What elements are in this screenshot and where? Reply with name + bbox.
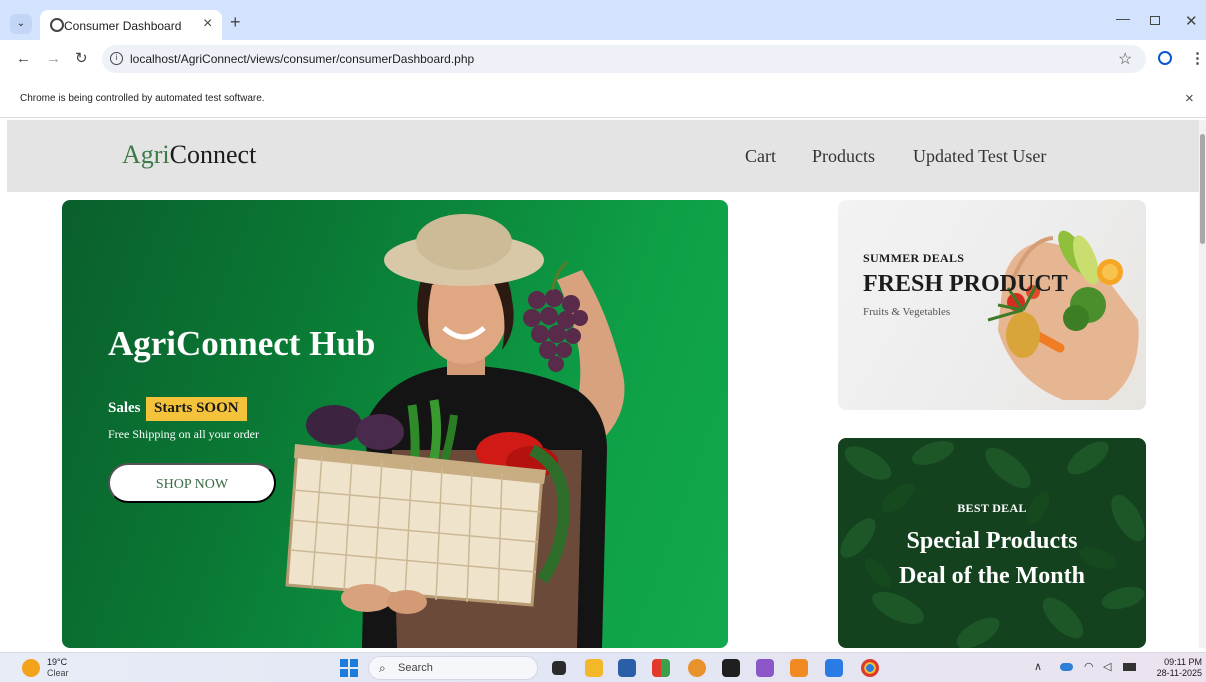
shop-now-button[interactable]: SHOP NOW xyxy=(108,463,276,503)
battery-icon[interactable] xyxy=(1123,663,1136,671)
app-grid-icon[interactable] xyxy=(652,659,670,677)
summer-deals-title: FRESH PRODUCT xyxy=(863,271,1068,297)
infobar-close-icon[interactable]: × xyxy=(1185,90,1194,107)
tab-title: Consumer Dashboard xyxy=(64,19,182,33)
browser-toolbar: ← → ↻ i localhost/AgriConnect/views/cons… xyxy=(0,40,1206,78)
summer-deals-subtitle: Fruits & Vegetables xyxy=(863,306,951,318)
site-logo[interactable]: AgriConnect xyxy=(122,140,256,170)
volume-icon[interactable]: ◁ xyxy=(1103,660,1111,673)
weather-condition[interactable]: Clear xyxy=(47,668,69,678)
clock-date[interactable]: 28-11-2025 xyxy=(1146,668,1202,678)
address-bar[interactable]: i localhost/AgriConnect/views/consumer/c… xyxy=(102,45,1146,73)
page-scrollbar[interactable] xyxy=(1199,120,1206,648)
weather-temperature[interactable]: 19°C xyxy=(47,657,67,667)
tray-overflow-chevron-icon[interactable]: ∧ xyxy=(1034,660,1042,673)
best-deal-title-line2: Deal of the Month xyxy=(899,563,1085,589)
chrome-icon[interactable] xyxy=(861,659,879,677)
clock-time[interactable]: 09:11 PM xyxy=(1152,657,1202,667)
site-info-icon[interactable]: i xyxy=(110,52,123,65)
nav-cart-link[interactable]: Cart xyxy=(745,146,776,167)
globe-icon xyxy=(50,18,64,32)
windows-start-icon[interactable] xyxy=(340,659,358,677)
bookmark-star-icon[interactable]: ☆ xyxy=(1118,49,1132,69)
hero-banner: AgriConnect Hub Sales Starts SOON Free S… xyxy=(62,200,728,648)
sales-badge: Starts SOON xyxy=(146,397,247,421)
search-icon: ⌕ xyxy=(379,661,386,675)
store-icon[interactable] xyxy=(618,659,636,677)
summer-deals-card[interactable]: SUMMER DEALS FRESH PRODUCT Fruits & Vege… xyxy=(838,200,1146,410)
best-deal-title-line1: Special Products xyxy=(906,528,1078,554)
free-shipping-text: Free Shipping on all your order xyxy=(108,427,259,441)
nav-user-link[interactable]: Updated Test User xyxy=(913,146,1046,167)
logo-agri-text: Agri xyxy=(122,140,170,169)
url-text[interactable]: localhost/AgriConnect/views/consumer/con… xyxy=(130,52,474,66)
produce-bag-image xyxy=(987,230,1139,400)
profile-icon[interactable] xyxy=(1158,51,1172,65)
sales-label: Sales xyxy=(108,400,141,416)
logo-connect-text: Connect xyxy=(169,140,257,169)
file-explorer-icon[interactable] xyxy=(585,659,603,677)
reload-icon[interactable]: ↻ xyxy=(75,49,88,67)
task-view-icon[interactable] xyxy=(552,661,566,675)
windows-taskbar: 19°C Clear ⌕ Search ∧ ◠ ◁ 09:11 PM 28-11… xyxy=(0,652,1206,682)
taskbar-search-box[interactable]: ⌕ Search xyxy=(368,656,538,680)
infobar-message: Chrome is being controlled by automated … xyxy=(20,93,265,104)
forward-arrow-icon[interactable]: → xyxy=(46,50,61,67)
taskbar-search-placeholder: Search xyxy=(398,662,433,674)
nav-products-link[interactable]: Products xyxy=(812,146,875,167)
hero-title: AgriConnect Hub xyxy=(108,324,376,363)
new-tab-icon[interactable]: + xyxy=(230,13,241,31)
weather-moon-icon[interactable] xyxy=(22,659,40,677)
scrollbar-thumb[interactable] xyxy=(1200,134,1205,244)
restore-icon[interactable] xyxy=(1150,16,1160,25)
wifi-icon[interactable]: ◠ xyxy=(1084,660,1094,673)
tab-search-chevron-icon[interactable]: ⌄ xyxy=(10,14,32,34)
xampp-icon[interactable] xyxy=(790,659,808,677)
browser-tab-strip: ⌄ Consumer Dashboard × + — ✕ xyxy=(0,0,1206,40)
onedrive-cloud-icon[interactable] xyxy=(1060,663,1073,671)
close-tab-icon[interactable]: × xyxy=(203,15,212,33)
browser-tab[interactable]: Consumer Dashboard × xyxy=(40,10,222,40)
page-content: AgriConnect Cart Products Updated Test U… xyxy=(7,120,1199,648)
best-deal-kicker: BEST DEAL xyxy=(957,501,1027,515)
remote-desktop-icon[interactable] xyxy=(825,659,843,677)
back-arrow-icon[interactable]: ← xyxy=(16,50,31,67)
menu-kebab-icon[interactable]: ⋮ xyxy=(1190,49,1205,67)
window-close-icon[interactable]: ✕ xyxy=(1185,12,1198,30)
minimize-icon[interactable]: — xyxy=(1116,10,1130,26)
chrome-canary-icon[interactable] xyxy=(688,659,706,677)
farmer-with-basket-image xyxy=(285,214,625,648)
best-deal-card[interactable]: BEST DEAL Special Products Deal of the M… xyxy=(838,438,1146,648)
site-header: AgriConnect Cart Products Updated Test U… xyxy=(7,120,1199,192)
visual-studio-icon[interactable] xyxy=(756,659,774,677)
summer-deals-kicker: SUMMER DEALS xyxy=(863,251,965,265)
automation-infobar: Chrome is being controlled by automated … xyxy=(0,78,1206,118)
pycharm-icon[interactable] xyxy=(722,659,740,677)
